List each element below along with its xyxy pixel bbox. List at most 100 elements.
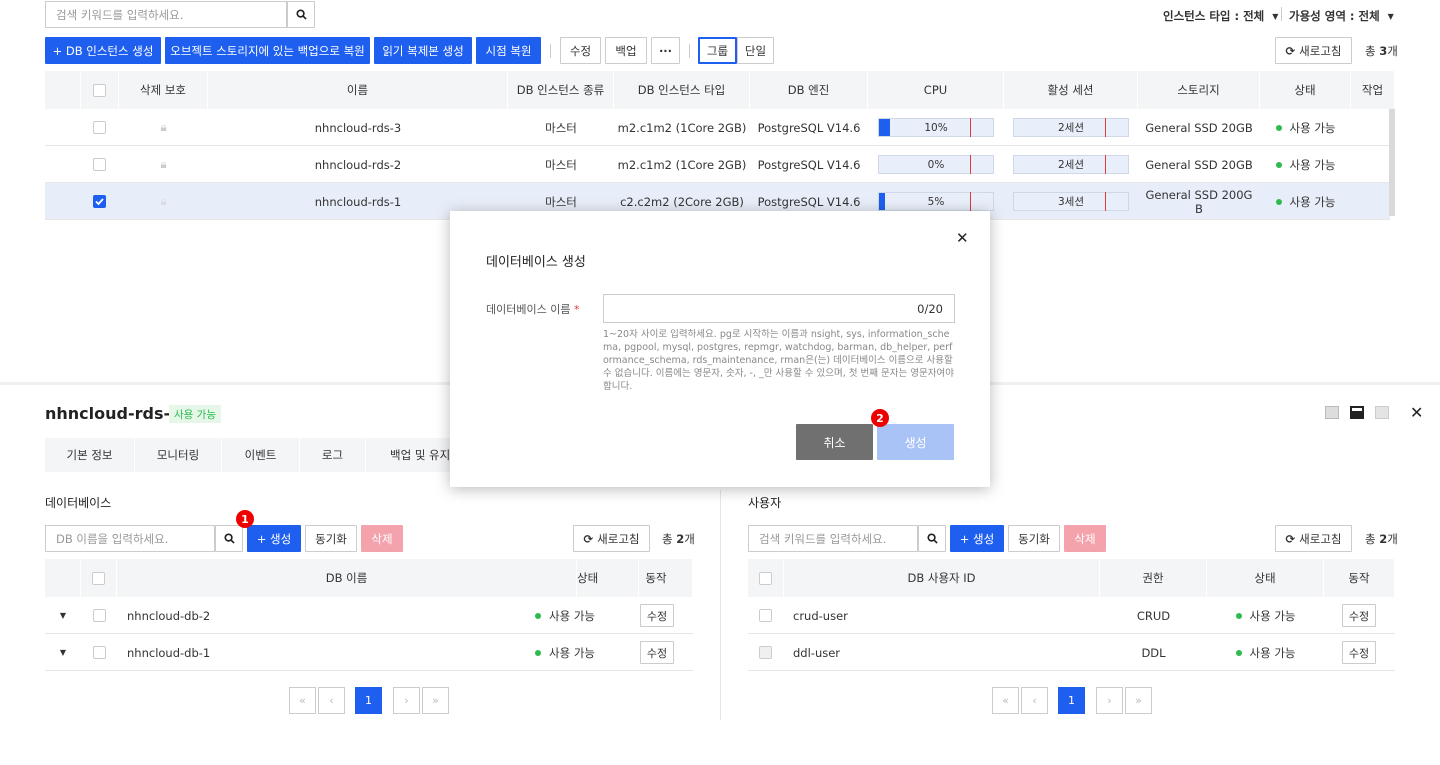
- prev-page-button[interactable]: ‹: [318, 687, 345, 714]
- layout-full-icon[interactable]: [1375, 406, 1389, 419]
- close-panel-icon[interactable]: ✕: [1410, 403, 1423, 422]
- db-engine: PostgreSQL V14.6: [757, 120, 861, 135]
- tab-events[interactable]: 이벤트: [222, 438, 300, 472]
- status-dot-icon: [1275, 198, 1282, 205]
- db-total-count: 총 2개: [662, 532, 695, 546]
- row-checkbox[interactable]: [93, 609, 106, 622]
- availability-zone-filter[interactable]: 가용성 영역 : 전체 ▼: [1289, 8, 1394, 24]
- more-button[interactable]: ···: [651, 37, 680, 64]
- single-view-toggle[interactable]: 단일: [737, 37, 774, 64]
- cancel-button[interactable]: 취소: [796, 424, 873, 460]
- create-user-button[interactable]: + 생성: [950, 525, 1004, 552]
- db-status: 사용 가능: [535, 634, 595, 671]
- row-checkbox[interactable]: [93, 121, 106, 134]
- delete-database-button[interactable]: 삭제: [361, 525, 403, 552]
- row-checkbox-disabled[interactable]: [759, 646, 772, 659]
- database-name-help-text: 1~20자 사이로 입력하세요. pg로 시작하는 이름과 nsight, sy…: [603, 329, 954, 392]
- db-refresh-button[interactable]: ⟳ 새로고침: [573, 525, 650, 552]
- expand-caret-icon[interactable]: ▼: [57, 597, 69, 634]
- row-checkbox[interactable]: [759, 609, 772, 622]
- delete-user-button[interactable]: 삭제: [1064, 525, 1106, 552]
- last-page-button[interactable]: »: [1125, 687, 1152, 714]
- status-badge: 사용 가능: [169, 405, 221, 423]
- user-permission: CRUD: [1136, 608, 1171, 623]
- layout-bottom-icon[interactable]: [1325, 406, 1339, 419]
- storage: General SSD 20GB: [1145, 120, 1253, 135]
- header-db-engine: DB 엔진: [750, 71, 868, 109]
- header-instance-kind: DB 인스턴스 종류: [508, 71, 614, 109]
- first-page-button[interactable]: «: [289, 687, 316, 714]
- create-database-modal: ✕ 데이터베이스 생성 데이터베이스 이름 * 0/20 1~20자 사이로 입…: [450, 211, 990, 487]
- create-read-replica-button[interactable]: 읽기 복제본 생성: [374, 37, 472, 64]
- instance-search-button[interactable]: [287, 1, 315, 28]
- status-dot-icon: [1235, 612, 1242, 619]
- user-refresh-button[interactable]: ⟳ 새로고침: [1275, 525, 1352, 552]
- instance-type-filter[interactable]: 인스턴스 타입 : 전체 ▼: [1163, 8, 1278, 24]
- row-checkbox[interactable]: [93, 158, 106, 171]
- database-row[interactable]: ▼ nhncloud-db-2 사용 가능 수정: [45, 597, 693, 634]
- table-scrollbar[interactable]: [1389, 109, 1395, 216]
- tab-monitoring[interactable]: 모니터링: [135, 438, 222, 472]
- modify-db-button[interactable]: 수정: [640, 641, 674, 664]
- select-all-checkbox[interactable]: [93, 83, 106, 97]
- user-search-input[interactable]: 검색 키워드를 입력하세요.: [748, 525, 918, 552]
- user-table-header: DB 사용자 ID 권한 상태 동작: [748, 559, 1395, 597]
- sync-database-button[interactable]: 동기화: [305, 525, 357, 552]
- caret-down-icon: ▼: [1272, 11, 1279, 21]
- user-row[interactable]: crud-user CRUD 사용 가능 수정: [748, 597, 1395, 634]
- create-database-button[interactable]: + 생성: [247, 525, 301, 552]
- modify-user-button[interactable]: 수정: [1342, 604, 1376, 627]
- user-search-button[interactable]: [918, 525, 946, 552]
- header-action: 동작: [620, 559, 693, 597]
- select-all-checkbox[interactable]: [759, 571, 772, 585]
- last-page-button[interactable]: »: [422, 687, 449, 714]
- page-1-button[interactable]: 1: [355, 687, 382, 714]
- database-row[interactable]: ▼ nhncloud-db-1 사용 가능 수정: [45, 634, 693, 671]
- storage: General SSD 200G B: [1145, 187, 1253, 216]
- instance-name[interactable]: nhncloud-rds-2: [208, 146, 508, 183]
- instance-table-header: 삭제 보호 이름 DB 인스턴스 종류 DB 인스턴스 타입 DB 엔진 CPU…: [45, 71, 1395, 109]
- group-view-toggle[interactable]: 그룹: [698, 37, 737, 64]
- layout-half-icon[interactable]: [1350, 406, 1364, 419]
- sync-user-button[interactable]: 동기화: [1008, 525, 1060, 552]
- point-in-time-restore-button[interactable]: 시점 복원: [476, 37, 541, 64]
- header-status: 상태: [1260, 71, 1351, 109]
- row-checkbox[interactable]: [93, 646, 106, 659]
- next-page-button[interactable]: ›: [1096, 687, 1123, 714]
- instance-type-filter-label: 인스턴스 타입 : 전체: [1163, 9, 1265, 23]
- lock-icon: 🔒︎: [160, 194, 167, 208]
- create-db-instance-button[interactable]: + DB 인스턴스 생성: [45, 37, 161, 64]
- create-button[interactable]: 생성: [877, 424, 954, 460]
- row-checkbox-checked[interactable]: [93, 195, 106, 208]
- next-page-button[interactable]: ›: [393, 687, 420, 714]
- db-name: nhncloud-db-1: [127, 645, 211, 660]
- db-search-button[interactable]: [215, 525, 243, 552]
- select-all-checkbox[interactable]: [92, 571, 105, 585]
- user-row[interactable]: ddl-user DDL 사용 가능 수정: [748, 634, 1395, 671]
- page-1-button[interactable]: 1: [1058, 687, 1085, 714]
- status-dot-icon: [1275, 124, 1282, 131]
- instance-row[interactable]: 🔒︎ nhncloud-rds-3 마스터 m2.c1m2 (1Core 2GB…: [45, 109, 1390, 146]
- restore-from-object-storage-button[interactable]: 오브젝트 스토리지에 있는 백업으로 복원: [165, 37, 370, 64]
- instance-search-input[interactable]: 검색 키워드를 입력하세요.: [45, 1, 287, 28]
- tab-logs[interactable]: 로그: [300, 438, 366, 472]
- modify-db-button[interactable]: 수정: [640, 604, 674, 627]
- tab-basic-info[interactable]: 기본 정보: [45, 438, 135, 472]
- instance-name[interactable]: nhncloud-rds-3: [208, 109, 508, 146]
- refresh-icon: ⟳: [1285, 43, 1296, 58]
- database-name-input[interactable]: 0/20: [603, 294, 955, 323]
- modify-button[interactable]: 수정: [560, 37, 601, 64]
- lock-icon: 🔒︎: [160, 120, 167, 134]
- instance-row[interactable]: 🔒︎ nhncloud-rds-2 마스터 m2.c1m2 (1Core 2GB…: [45, 146, 1390, 183]
- db-engine: PostgreSQL V14.6: [757, 157, 861, 172]
- modal-close-icon[interactable]: ✕: [956, 229, 969, 247]
- instance-kind: 마스터: [545, 120, 577, 135]
- expand-caret-icon[interactable]: ▼: [57, 634, 69, 671]
- refresh-button[interactable]: ⟳ 새로고침: [1275, 37, 1352, 64]
- first-page-button[interactable]: «: [992, 687, 1019, 714]
- db-name-search-input[interactable]: DB 이름을 입력하세요.: [45, 525, 215, 552]
- header-active-sessions: 활성 세션: [1004, 71, 1138, 109]
- modify-user-button[interactable]: 수정: [1342, 641, 1376, 664]
- backup-button[interactable]: 백업: [605, 37, 647, 64]
- prev-page-button[interactable]: ‹: [1021, 687, 1048, 714]
